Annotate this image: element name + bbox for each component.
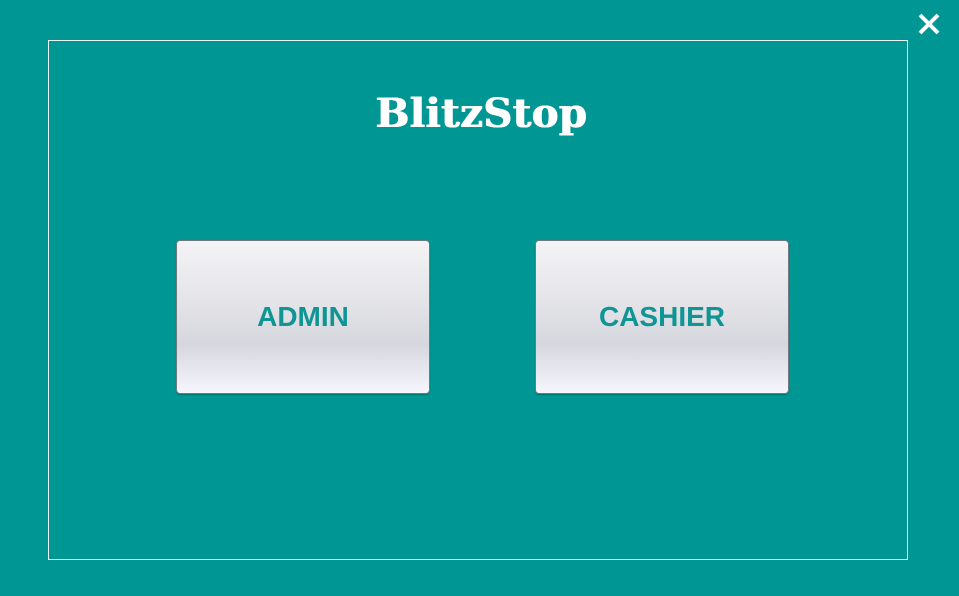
close-icon [914, 9, 944, 39]
admin-button-label: ADMIN [257, 301, 349, 332]
cashier-button[interactable]: CASHIER [535, 240, 789, 394]
close-button[interactable] [914, 9, 944, 39]
app-title: BlitzStop [375, 90, 588, 137]
admin-button[interactable]: ADMIN [176, 240, 430, 394]
cashier-button-label: CASHIER [598, 301, 725, 332]
